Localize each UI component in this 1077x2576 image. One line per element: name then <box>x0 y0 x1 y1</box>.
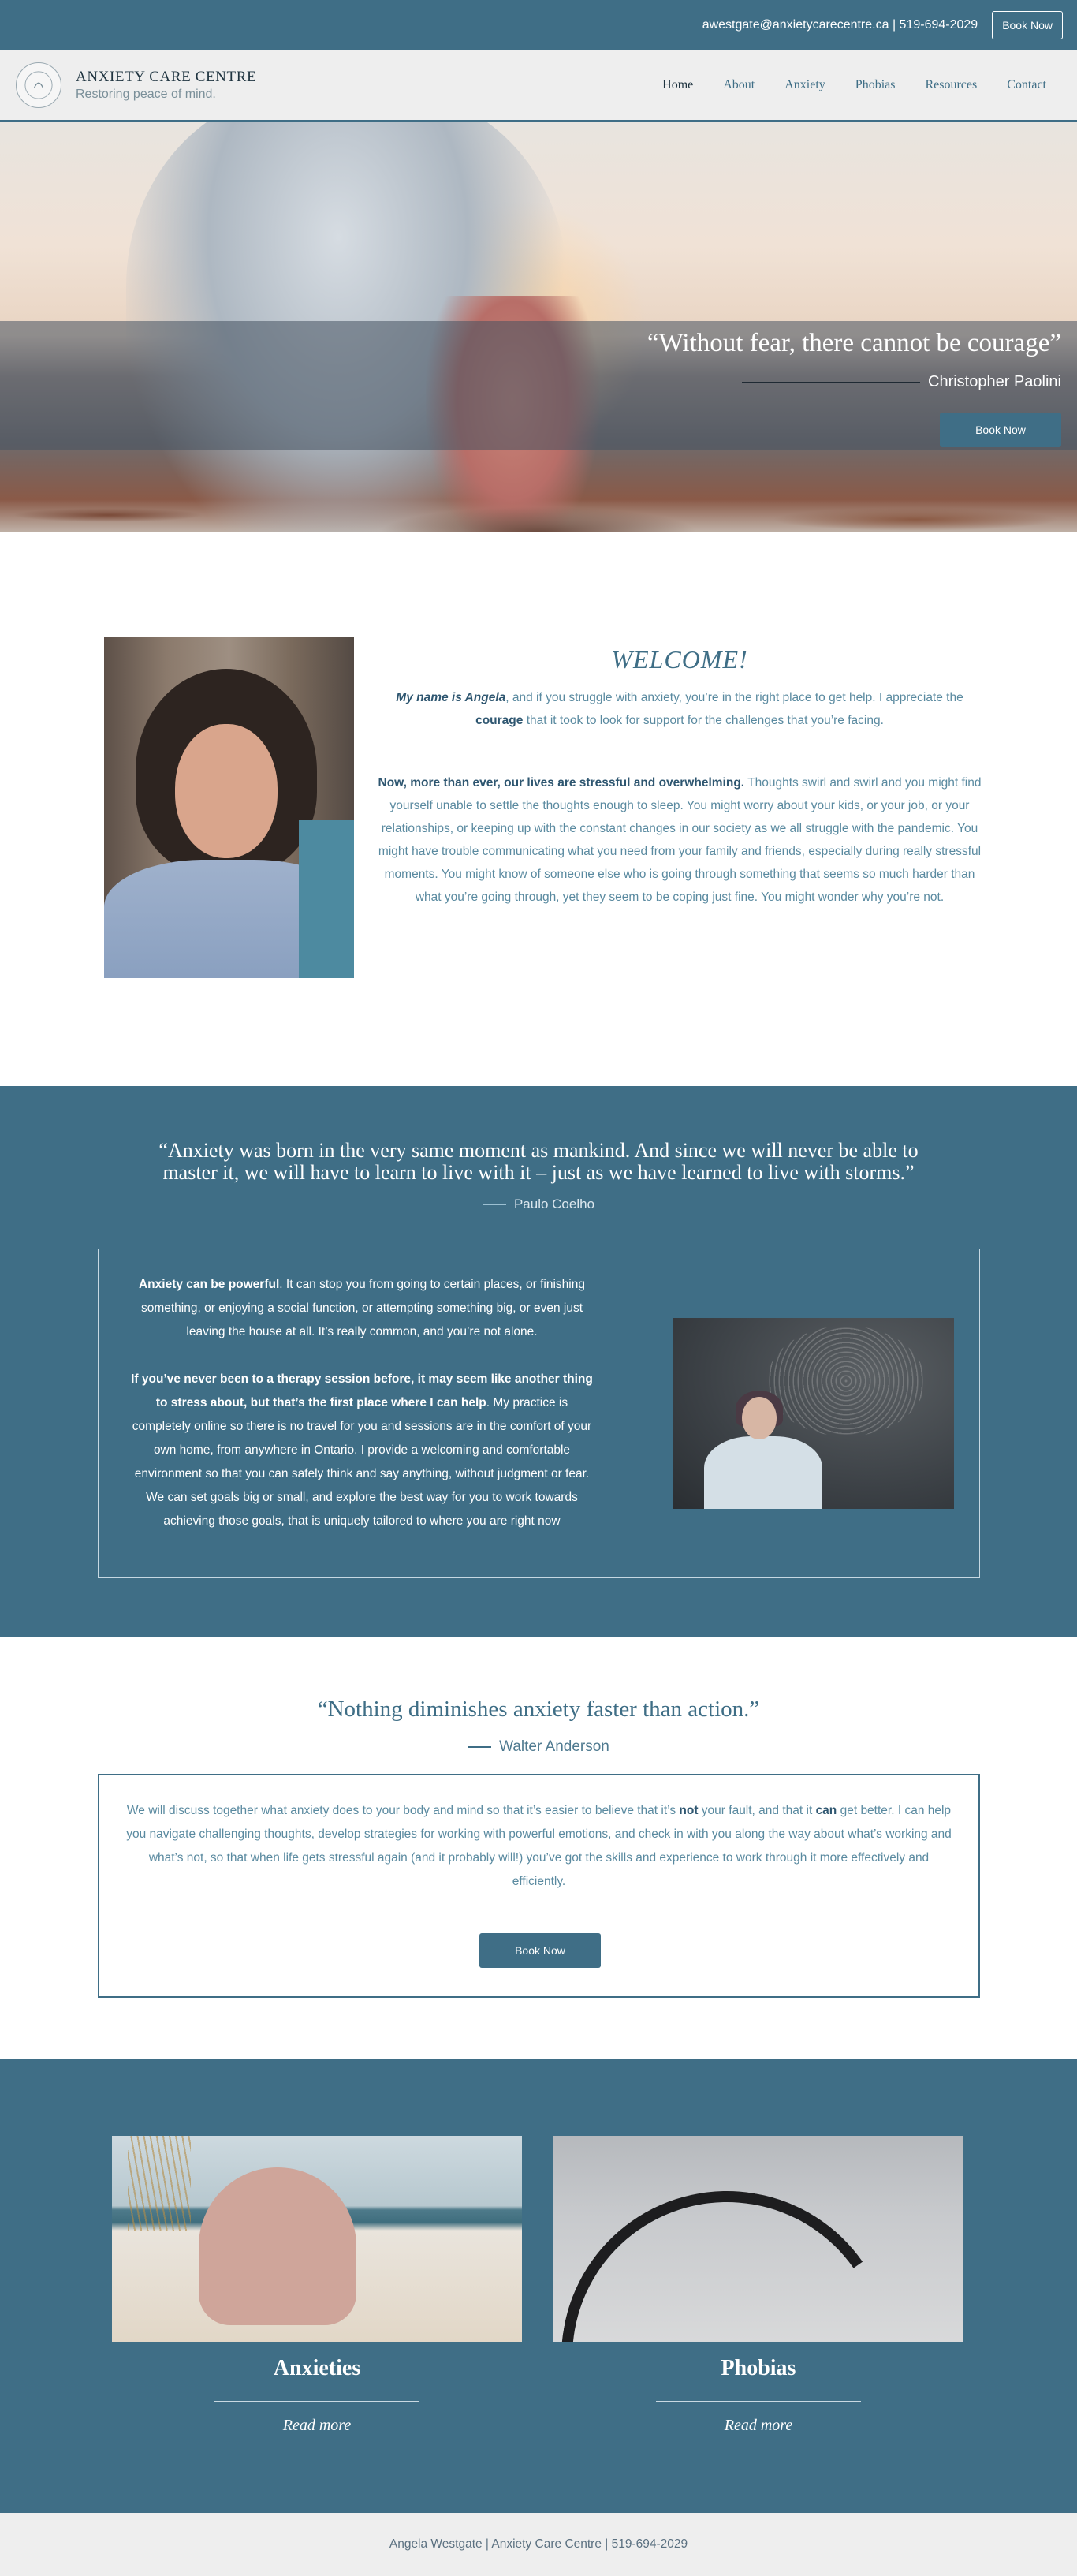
contact-info[interactable]: awestgate@anxietycarecentre.ca | 519-694… <box>702 18 978 32</box>
main-nav: Home About Anxiety Phobias Resources Con… <box>647 78 1061 92</box>
brand-subtitle: Restoring peace of mind. <box>76 87 216 101</box>
action-text-b: your fault, and that it <box>698 1804 816 1817</box>
action-content-box: We will discuss together what anxiety do… <box>98 1774 980 1998</box>
roller-coaster-graphic <box>553 2164 919 2342</box>
coelho-attribution-name: Paulo Coelho <box>513 1197 595 1211</box>
phobias-card-divider <box>656 2401 861 2402</box>
welcome-intro-name: My name is Angela <box>396 691 506 704</box>
welcome-body-lead: Now, more than ever, our lives are stres… <box>378 776 745 790</box>
action-attribution-line <box>468 1746 492 1748</box>
hero-book-now-button[interactable]: Book Now <box>940 413 1061 447</box>
hero-quote: “Without fear, there cannot be courage” <box>647 329 1061 357</box>
welcome-section: WELCOME! My name is Angela, and if you s… <box>0 532 1077 1086</box>
nav-item-phobias[interactable]: Phobias <box>840 78 911 92</box>
hero-attribution-name: Christopher Paolini <box>928 373 1061 390</box>
site-logo[interactable] <box>16 62 61 108</box>
coelho-section: “Anxiety was born in the very same momen… <box>0 1086 1077 1637</box>
grass-graphic <box>128 2136 191 2231</box>
hero-attribution-line <box>742 381 921 383</box>
coelho-attribution: Paulo Coelho <box>0 1197 1077 1212</box>
nav-item-about[interactable]: About <box>708 78 770 92</box>
action-text-can: can <box>815 1804 837 1817</box>
action-book-now-button[interactable]: Book Now <box>479 1933 601 1968</box>
welcome-intro: My name is Angela, and if you struggle w… <box>377 686 982 732</box>
anxieties-card-title[interactable]: Anxieties <box>112 2356 522 2381</box>
anxieties-card-divider <box>214 2401 419 2402</box>
brand-title[interactable]: ANXIETY CARE CENTRE <box>76 69 256 86</box>
nav-item-home[interactable]: Home <box>647 78 708 92</box>
site-footer: Angela Westgate | Anxiety Care Centre | … <box>0 2513 1077 2576</box>
action-section: “Nothing diminishes anxiety faster than … <box>0 1637 1077 2059</box>
nav-item-contact[interactable]: Contact <box>992 78 1061 92</box>
therapy-text: . My practice is completely online so th… <box>132 1396 592 1528</box>
anxiety-power-lead: Anxiety can be powerful <box>138 1278 280 1291</box>
scribble-graphic <box>767 1326 925 1436</box>
therapy-paragraph: If you’ve never been to a therapy sessio… <box>125 1368 598 1533</box>
action-paragraph: We will discuss together what anxiety do… <box>123 1799 955 1894</box>
welcome-intro-courage: courage <box>475 714 524 727</box>
brand: ANXIETY CARE CENTRE Restoring peace of m… <box>76 69 256 102</box>
hero-rocks-image <box>0 446 1077 532</box>
phobias-card-image[interactable] <box>553 2136 963 2342</box>
nav-item-resources[interactable]: Resources <box>910 78 992 92</box>
phobias-card-title[interactable]: Phobias <box>553 2356 963 2381</box>
anxieties-card-image[interactable] <box>112 2136 522 2342</box>
welcome-title: WELCOME! <box>611 645 748 674</box>
nav-item-anxiety[interactable]: Anxiety <box>770 78 840 92</box>
coelho-quote: “Anxiety was born in the very same momen… <box>158 1139 919 1184</box>
top-bar: awestgate@anxietycarecentre.ca | 519-694… <box>0 0 1077 50</box>
coelho-content-box: Anxiety can be powerful. It can stop you… <box>98 1249 980 1578</box>
hero-attribution: Christopher Paolini <box>742 373 1061 391</box>
welcome-body: Now, more than ever, our lives are stres… <box>377 771 982 909</box>
topics-section: Anxieties Read more Phobias Read more <box>0 2059 1077 2513</box>
welcome-intro-text-b: that it took to look for support for the… <box>523 714 884 727</box>
welcome-body-text: Thoughts swirl and swirl and you might f… <box>378 776 982 904</box>
anxious-woman-image <box>673 1318 954 1509</box>
anxiety-power-paragraph: Anxiety can be powerful. It can stop you… <box>125 1273 598 1344</box>
portrait-scarf <box>299 820 354 978</box>
coelho-attribution-line <box>482 1204 506 1205</box>
phobias-read-more-link[interactable]: Read more <box>553 2417 963 2435</box>
hero-banner: “Without fear, there cannot be courage” … <box>0 122 1077 532</box>
logo-icon <box>24 70 53 99</box>
woman-head <box>742 1397 777 1439</box>
site-header: ANXIETY CARE CENTRE Restoring peace of m… <box>0 50 1077 122</box>
action-text-a: We will discuss together what anxiety do… <box>126 1804 680 1817</box>
action-attribution: Walter Anderson <box>0 1738 1077 1756</box>
welcome-intro-text-a: , and if you struggle with anxiety, you’… <box>505 691 963 704</box>
footer-text: Angela Westgate | Anxiety Care Centre | … <box>389 2537 688 2551</box>
sweater-figure <box>199 2167 356 2325</box>
action-quote: “Nothing diminishes anxiety faster than … <box>317 1697 760 1722</box>
woman-shirt <box>704 1436 822 1509</box>
book-now-button-top[interactable]: Book Now <box>992 10 1063 39</box>
portrait-face <box>175 724 278 858</box>
action-attribution-name: Walter Anderson <box>499 1738 609 1755</box>
angela-portrait-image <box>104 637 354 978</box>
anxieties-read-more-link[interactable]: Read more <box>112 2417 522 2435</box>
action-text-not: not <box>679 1804 699 1817</box>
